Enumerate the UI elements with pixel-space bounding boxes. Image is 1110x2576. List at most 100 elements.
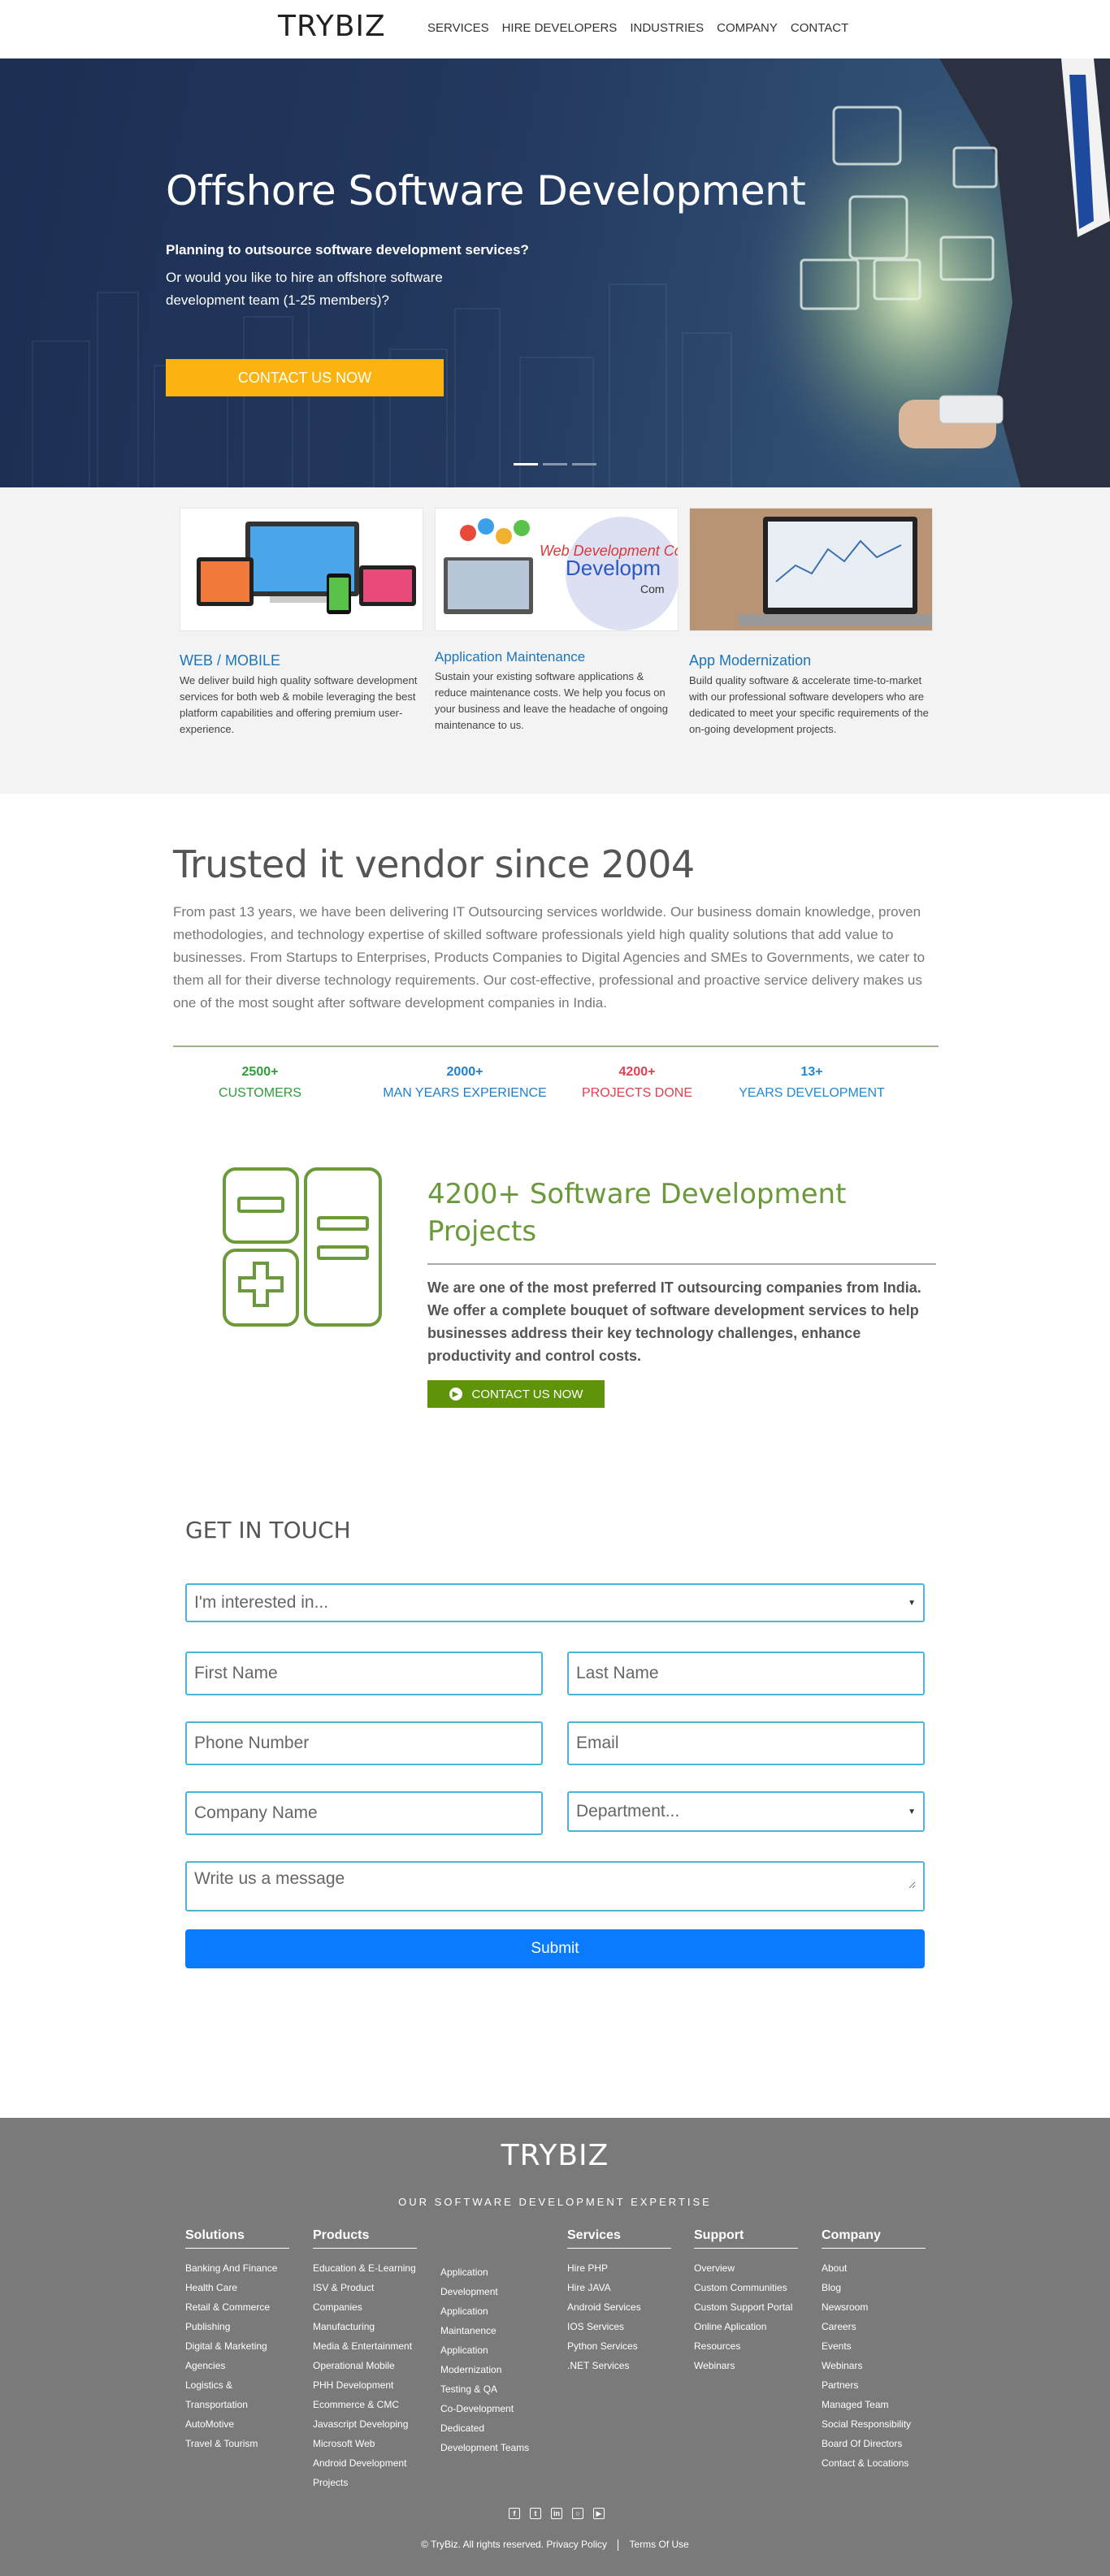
last-name-field[interactable] (567, 1652, 925, 1695)
terms-link[interactable]: Terms Of Use (630, 2539, 689, 2550)
nav-contact[interactable]: CONTACT (791, 21, 848, 35)
first-name-field[interactable] (185, 1652, 543, 1695)
footer-link[interactable]: Newsroom (822, 2297, 926, 2317)
footer-link[interactable]: Custom Communities (694, 2278, 798, 2297)
footer-link[interactable]: Development (440, 2282, 544, 2301)
youtube-icon[interactable]: ▶ (593, 2508, 605, 2519)
hero-contact-button[interactable]: CONTACT US NOW (166, 359, 444, 396)
hero-subtitle: Or would you like to hire an offshore so… (166, 270, 443, 308)
footer-link[interactable]: Media & Entertainment (313, 2336, 417, 2356)
twitter-icon[interactable]: t (530, 2508, 541, 2519)
carousel-dot-1[interactable] (514, 463, 538, 465)
footer-link[interactable]: Android Services (567, 2297, 671, 2317)
site-logo[interactable]: TRYBIZ (278, 10, 386, 43)
footer-link[interactable]: Python Services (567, 2336, 671, 2356)
footer-link[interactable]: .NET Services (567, 2356, 671, 2375)
hero-title: Offshore Software Development (166, 167, 806, 214)
interest-select[interactable]: I'm interested in... ▼ (185, 1583, 925, 1622)
department-select[interactable]: Department... ▼ (567, 1791, 925, 1832)
footer-link[interactable]: About (822, 2258, 926, 2278)
carousel-dot-2[interactable] (543, 463, 567, 465)
interest-select-value: I'm interested in... (194, 1593, 329, 1612)
footer-link[interactable]: Education & E-Learning (313, 2258, 417, 2278)
footer-link[interactable]: Companies (313, 2297, 417, 2317)
instagram-icon[interactable]: ○ (572, 2508, 583, 2519)
phone-input[interactable] (194, 1734, 534, 1753)
phone-field[interactable] (185, 1721, 543, 1765)
footer-link[interactable]: Digital & Marketing (185, 2336, 289, 2356)
service-title[interactable]: WEB / MOBILE (180, 652, 423, 669)
footer-bottom: © TryBiz. All rights reserved. Privacy P… (0, 2539, 1110, 2551)
footer-link[interactable]: Overview (694, 2258, 798, 2278)
footer-link[interactable]: Contact & Locations (822, 2453, 926, 2473)
footer-link[interactable]: Online Aplication (694, 2317, 798, 2336)
nav-services[interactable]: SERVICES (427, 21, 489, 35)
footer-link[interactable]: Development Teams (440, 2438, 544, 2457)
footer-logo[interactable]: TRYBIZ (0, 2139, 1110, 2172)
nav-industries[interactable]: INDUSTRIES (630, 21, 704, 35)
footer-link[interactable]: Manufacturing (313, 2317, 417, 2336)
company-field[interactable] (185, 1791, 543, 1835)
footer-link[interactable]: Testing & QA (440, 2379, 544, 2399)
footer-link[interactable]: Android Development (313, 2453, 417, 2473)
footer-link[interactable]: Application (440, 2340, 544, 2360)
footer-link[interactable]: Application (440, 2301, 544, 2321)
footer-link[interactable]: Modernization (440, 2360, 544, 2379)
footer-link[interactable]: Maintanence (440, 2321, 544, 2340)
email-field[interactable] (567, 1721, 925, 1765)
footer-link[interactable]: Travel & Tourism (185, 2434, 289, 2453)
footer-link[interactable]: Retail & Commerce (185, 2297, 289, 2317)
footer-link[interactable]: Ecommerce & CMC (313, 2395, 417, 2414)
nav-company[interactable]: COMPANY (717, 21, 778, 35)
footer-link[interactable]: Logistics & (185, 2375, 289, 2395)
footer-link[interactable]: Operational Mobile (313, 2356, 417, 2375)
submit-button[interactable]: Submit (185, 1929, 925, 1968)
footer-link[interactable]: Microsoft Web (313, 2434, 417, 2453)
footer-col-support: Support Overview Custom Communities Custom… (694, 2228, 798, 2375)
footer-link[interactable]: Resources (694, 2336, 798, 2356)
message-field[interactable] (185, 1861, 925, 1911)
service-title[interactable]: App Modernization (689, 652, 933, 669)
projects-contact-button[interactable]: ▶ CONTACT US NOW (427, 1380, 605, 1408)
footer-link[interactable]: Hire PHP (567, 2258, 671, 2278)
footer-link[interactable]: Banking And Finance (185, 2258, 289, 2278)
footer-link[interactable]: Hire JAVA (567, 2278, 671, 2297)
footer-link[interactable]: Managed Team (822, 2395, 926, 2414)
message-textarea[interactable] (194, 1869, 916, 1889)
projects-description: We are one of the most preferred IT outs… (427, 1279, 921, 1364)
footer-link[interactable]: Co-Development (440, 2399, 544, 2418)
footer-link[interactable]: Transportation (185, 2395, 289, 2414)
footer-link[interactable]: Webinars (694, 2356, 798, 2375)
footer-link[interactable]: Publishing (185, 2317, 289, 2336)
linkedin-icon[interactable]: in (551, 2508, 562, 2519)
footer-link[interactable]: AutoMotive (185, 2414, 289, 2434)
footer-link[interactable]: Blog (822, 2278, 926, 2297)
privacy-policy-link[interactable]: Privacy Policy (546, 2539, 607, 2550)
footer-link[interactable]: Careers (822, 2317, 926, 2336)
footer-link[interactable]: Agencies (185, 2356, 289, 2375)
footer-link[interactable]: Board Of Directors (822, 2434, 926, 2453)
footer-link[interactable]: Events (822, 2336, 926, 2356)
footer-link[interactable]: Javascript Developing (313, 2414, 417, 2434)
carousel-dot-3[interactable] (572, 463, 596, 465)
first-name-input[interactable] (194, 1664, 534, 1683)
footer-link[interactable]: Social Responsibility (822, 2414, 926, 2434)
footer-link[interactable]: Webinars (822, 2356, 926, 2375)
facebook-icon[interactable]: f (509, 2508, 520, 2519)
email-input[interactable] (576, 1734, 916, 1753)
footer-link[interactable]: Custom Support Portal (694, 2297, 798, 2317)
footer-link[interactable]: ISV & Product (313, 2278, 417, 2297)
footer-link[interactable]: IOS Services (567, 2317, 671, 2336)
service-title[interactable]: Application Maintenance (435, 649, 679, 665)
last-name-input[interactable] (576, 1664, 916, 1683)
footer-link[interactable]: Partners (822, 2375, 926, 2395)
company-input[interactable] (194, 1803, 534, 1823)
footer-link[interactable]: Projects (313, 2473, 417, 2492)
stats-row: 2500+ CUSTOMERS 2000+ MAN YEARS EXPERIEN… (173, 1065, 939, 1114)
footer-link[interactable]: Dedicated (440, 2418, 544, 2438)
nav-hire-developers[interactable]: HIRE DEVELOPERS (502, 21, 618, 35)
footer-col-title: Services (567, 2228, 671, 2249)
footer-link[interactable]: Health Care (185, 2278, 289, 2297)
footer-link[interactable]: Application (440, 2262, 544, 2282)
footer-link[interactable]: PHH Development (313, 2375, 417, 2395)
